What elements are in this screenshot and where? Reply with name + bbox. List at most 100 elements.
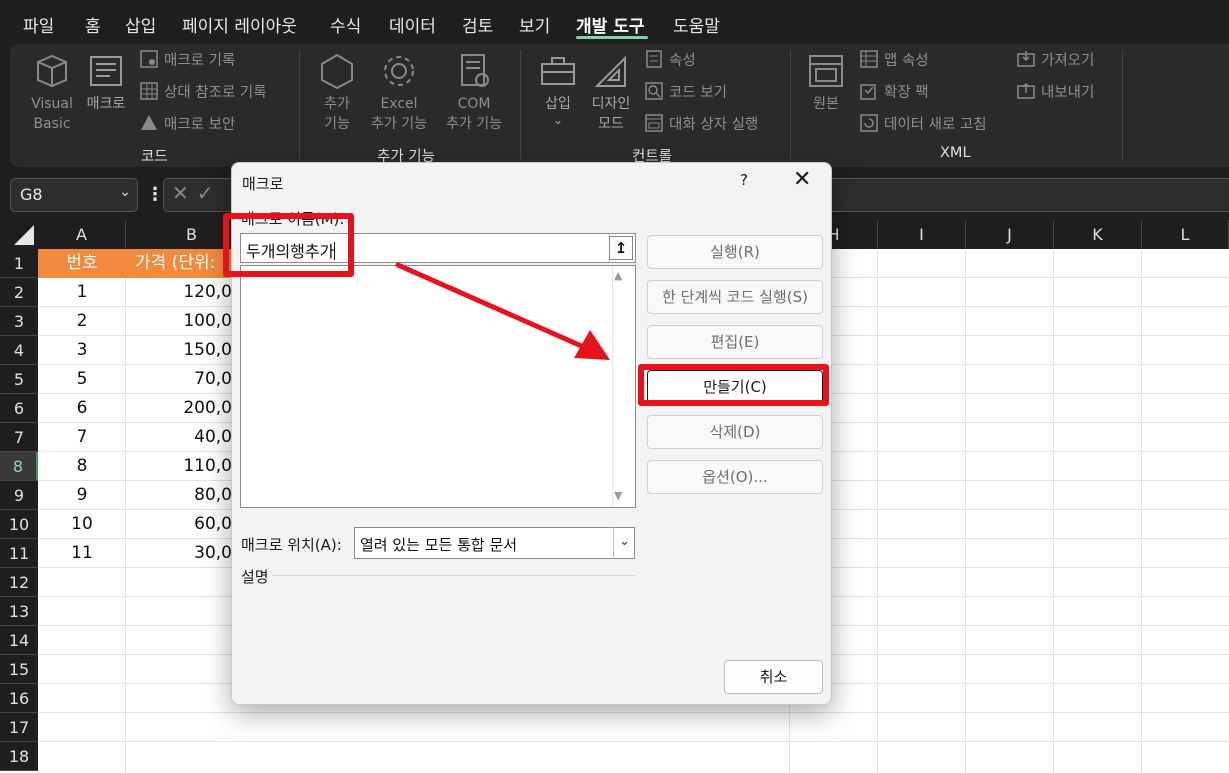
xml-import-button[interactable]: 가져오기 <box>1017 50 1094 72</box>
row-header[interactable]: 12 <box>0 568 38 597</box>
name-box[interactable]: G8 ⌄ <box>10 178 138 212</box>
tab-home[interactable]: 홈 <box>85 12 101 37</box>
options-button[interactable]: 옵션(O)... <box>647 460 823 494</box>
close-button[interactable]: ✕ <box>793 167 811 192</box>
relative-refs-button[interactable]: 상대 참조로 기록 <box>140 82 267 104</box>
map-properties-button[interactable]: 맵 속성 <box>860 50 929 72</box>
header-cell-price[interactable]: 가격 (단위: <box>126 249 232 278</box>
import-icon <box>1017 50 1035 68</box>
table-cell[interactable]: 3 <box>38 336 126 365</box>
table-cell[interactable]: 11 <box>38 539 126 568</box>
row-header[interactable]: 10 <box>0 510 38 539</box>
row-header-selected[interactable]: 8 <box>0 452 38 481</box>
row-header[interactable]: 16 <box>0 684 38 713</box>
column-header-l[interactable]: L <box>1142 220 1229 249</box>
column-header-i[interactable]: I <box>878 220 966 249</box>
row-header[interactable]: 6 <box>0 394 38 423</box>
map-properties-label: 맵 속성 <box>884 53 929 69</box>
chevron-down-icon[interactable]: ⌄ <box>119 184 131 200</box>
check-icon[interactable]: ✓ <box>197 181 222 205</box>
table-cell[interactable]: 100,0 <box>126 307 232 336</box>
macro-security-button[interactable]: 매크로 보안 <box>140 114 235 136</box>
tab-data[interactable]: 데이터 <box>389 12 436 37</box>
xml-source-button[interactable]: 원본 <box>805 52 847 114</box>
macro-location-select[interactable]: 열려 있는 모든 통합 문서 <box>354 527 635 559</box>
view-code-button[interactable]: 코드 보기 <box>645 82 727 104</box>
macros-button[interactable]: 매크로 <box>82 52 130 114</box>
formula-input[interactable] <box>826 178 1229 212</box>
delete-button[interactable]: 삭제(D) <box>647 415 823 449</box>
row-header[interactable]: 13 <box>0 597 38 626</box>
tab-view[interactable]: 보기 <box>519 12 550 37</box>
row-header[interactable]: 9 <box>0 481 38 510</box>
row-header[interactable]: 11 <box>0 539 38 568</box>
gridline <box>38 712 1229 713</box>
macro-list[interactable] <box>240 265 636 508</box>
tab-file[interactable]: 파일 <box>23 12 54 37</box>
column-header-a[interactable]: A <box>38 220 126 249</box>
more-icon[interactable]: ⋮ <box>146 184 164 205</box>
table-cell[interactable]: 10 <box>38 510 126 539</box>
table-cell[interactable]: 110,0 <box>126 452 232 481</box>
scroll-up-icon[interactable]: ▲ <box>614 269 622 282</box>
run-button[interactable]: 실행(R) <box>647 235 823 269</box>
record-macro-button[interactable]: 매크로 기록 <box>140 50 235 72</box>
row-header[interactable]: 3 <box>0 307 38 336</box>
table-cell[interactable]: 150,0 <box>126 336 232 365</box>
step-into-button[interactable]: 한 단계씩 코드 실행(S) <box>647 280 823 314</box>
expansion-packs-button[interactable]: 확장 팩 <box>860 82 929 104</box>
row-header[interactable]: 17 <box>0 713 38 742</box>
table-cell[interactable]: 7 <box>38 423 126 452</box>
row-header[interactable]: 14 <box>0 626 38 655</box>
row-header[interactable]: 4 <box>0 336 38 365</box>
column-header-j[interactable]: J <box>966 220 1054 249</box>
chevron-down-icon[interactable]: ⌄ <box>613 527 635 559</box>
table-cell[interactable]: 60,0 <box>126 510 232 539</box>
xml-export-button[interactable]: 내보내기 <box>1017 82 1094 104</box>
row-header[interactable]: 5 <box>0 365 38 394</box>
tab-review[interactable]: 검토 <box>462 12 493 37</box>
tab-formulas[interactable]: 수식 <box>330 12 361 37</box>
row-header[interactable]: 1 <box>0 249 38 278</box>
excel-addins-button[interactable]: Excel 추가 기능 <box>366 52 432 134</box>
row-header[interactable]: 15 <box>0 655 38 684</box>
edit-button[interactable]: 편집(E) <box>647 325 823 359</box>
cancel-icon[interactable]: ✕ <box>172 181 197 205</box>
table-cell[interactable]: 200,0 <box>126 394 232 423</box>
table-cell[interactable]: 40,0 <box>126 423 232 452</box>
help-button[interactable]: ? <box>740 171 748 189</box>
insert-control-button[interactable]: 삽입 ⌄ <box>536 52 580 126</box>
scroll-down-icon[interactable]: ▼ <box>614 489 622 502</box>
table-cell[interactable]: 1 <box>38 278 126 307</box>
table-cell[interactable]: 6 <box>38 394 126 423</box>
tab-developer[interactable]: 개발 도구 <box>576 12 644 37</box>
table-cell[interactable]: 2 <box>38 307 126 336</box>
upload-icon[interactable]: ↥ <box>609 236 633 260</box>
cancel-button[interactable]: 취소 <box>724 660 823 694</box>
table-cell[interactable]: 70,0 <box>126 365 232 394</box>
design-mode-button[interactable]: 디자인 모드 <box>587 52 635 134</box>
table-cell[interactable]: 30,0 <box>126 539 232 568</box>
refresh-data-button[interactable]: 데이터 새로 고침 <box>860 114 987 136</box>
properties-button[interactable]: 속성 <box>645 50 696 72</box>
table-cell[interactable]: 5 <box>38 365 126 394</box>
header-cell-number[interactable]: 번호 <box>38 249 126 278</box>
table-cell[interactable]: 9 <box>38 481 126 510</box>
run-dialog-button[interactable]: 대화 상자 실행 <box>645 114 758 136</box>
addins-button[interactable]: 추가 기능 <box>316 52 358 134</box>
table-cell[interactable]: 120,0 <box>126 278 232 307</box>
visual-basic-button[interactable]: Visual Basic <box>28 52 76 134</box>
com-addins-button[interactable]: COM 추가 기능 <box>441 52 507 134</box>
column-header-k[interactable]: K <box>1054 220 1142 249</box>
visual-basic-icon <box>32 52 72 90</box>
table-cell[interactable]: 80,0 <box>126 481 232 510</box>
row-header[interactable]: 2 <box>0 278 38 307</box>
tab-help[interactable]: 도움말 <box>673 12 720 37</box>
tab-insert[interactable]: 삽입 <box>125 12 156 37</box>
expansion-packs-label: 확장 팩 <box>884 85 929 101</box>
row-header[interactable]: 7 <box>0 423 38 452</box>
tab-page-layout[interactable]: 페이지 레이아웃 <box>182 12 297 37</box>
table-cell[interactable]: 8 <box>38 452 126 481</box>
scrollbar[interactable] <box>612 266 613 507</box>
row-header[interactable]: 18 <box>0 742 38 771</box>
